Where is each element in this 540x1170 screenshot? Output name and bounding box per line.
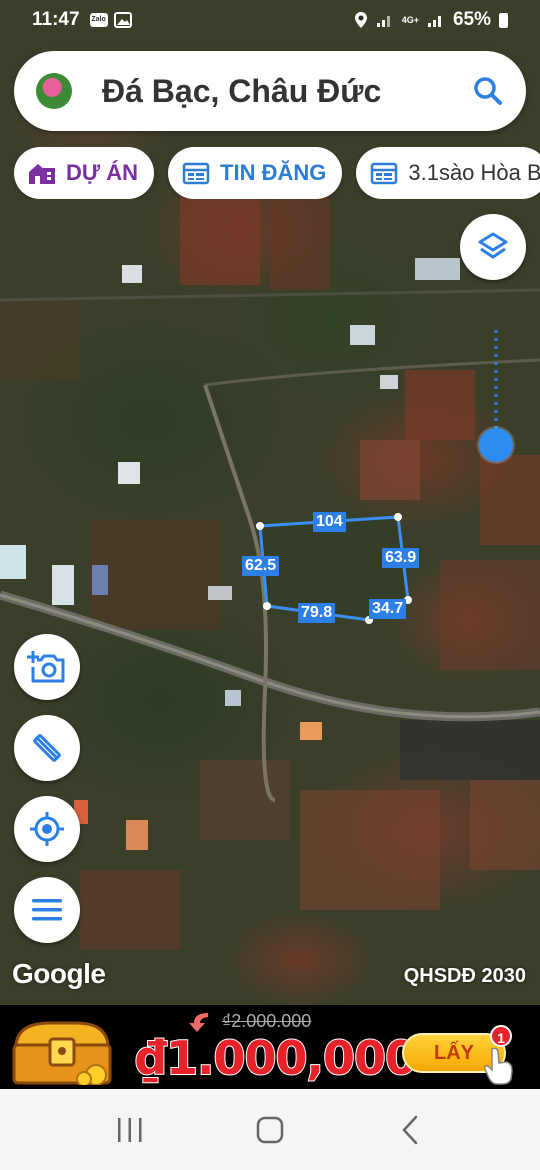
- ruler-pencil-icon: [33, 734, 61, 762]
- measure-tool-button[interactable]: [14, 715, 80, 781]
- search-input[interactable]: Đá Bạc, Châu Đức: [102, 73, 468, 110]
- measurement-right: 63.9: [382, 548, 420, 568]
- layers-icon: [478, 232, 508, 259]
- map-overlay-label: QHSDĐ 2030: [403, 965, 526, 987]
- filter-chips: DỰ ÁN TIN ĐĂNG 3.1sào Hòa Bì: [14, 147, 540, 199]
- zalo-icon: Zalo: [89, 13, 108, 27]
- discount-arrow-icon: [189, 1013, 208, 1032]
- back-button[interactable]: [380, 1105, 440, 1155]
- measurement-left: 62.5: [242, 556, 280, 576]
- battery-icon: [499, 12, 508, 28]
- listing-icon: [182, 160, 212, 186]
- measurement-bottom-left: 79.8: [298, 603, 336, 623]
- hand-pointer-icon: [484, 1047, 513, 1085]
- treasure-chest-icon: [12, 1021, 112, 1085]
- battery-percent: 65%: [452, 9, 491, 30]
- layers-button[interactable]: [460, 214, 526, 280]
- notification-badge: 1: [490, 1025, 512, 1047]
- chip-label: DỰ ÁN: [66, 160, 139, 185]
- status-time: 11:47: [32, 9, 80, 30]
- camera-add-button[interactable]: [14, 634, 80, 700]
- building-icon: [28, 160, 58, 186]
- home-icon: [256, 1116, 284, 1143]
- gallery-icon: [113, 12, 132, 28]
- camera-add-icon: [27, 651, 65, 683]
- menu-button[interactable]: [14, 877, 80, 943]
- search-icon[interactable]: [468, 71, 508, 111]
- signal-icon: [376, 16, 390, 27]
- chip-label: TIN ĐĂNG: [220, 160, 327, 185]
- measurement-top: 104: [313, 512, 346, 532]
- system-nav-bar: [0, 1089, 540, 1170]
- chip-du-an[interactable]: DỰ ÁN: [14, 147, 155, 199]
- my-location-button[interactable]: [14, 796, 80, 862]
- crosshair-icon: [30, 812, 64, 846]
- current-location-dot: [479, 428, 513, 462]
- status-bar: 11:47 Zalo 4G+ 65%: [0, 0, 540, 40]
- recent-apps-icon: [118, 1117, 142, 1142]
- signal-icon-2: [427, 16, 441, 27]
- google-logo: Google: [12, 958, 106, 989]
- chip-tin-dang[interactable]: TIN ĐĂNG: [168, 147, 343, 199]
- back-icon: [402, 1115, 418, 1144]
- hamburger-icon: [32, 899, 62, 921]
- measurement-bottom-right: 34.7: [369, 599, 407, 619]
- recent-apps-button[interactable]: [100, 1105, 160, 1155]
- chip-label: 3.1sào Hòa Bì: [408, 160, 540, 185]
- new-price: ₫1.000,000: [134, 1030, 418, 1086]
- home-button[interactable]: [240, 1105, 300, 1155]
- avatar[interactable]: [36, 73, 72, 109]
- chip-saved-listing[interactable]: 3.1sào Hòa Bì: [356, 147, 540, 199]
- ad-banner[interactable]: ₫2.000.000 ₫1.000,000 LẤY 1: [0, 1005, 540, 1089]
- listing-icon: [370, 160, 400, 186]
- network-type: 4G+: [401, 14, 419, 25]
- search-bar[interactable]: Đá Bạc, Châu Đức: [14, 51, 526, 131]
- old-price: ₫2.000.000: [222, 1011, 312, 1031]
- location-pin-icon: [354, 12, 367, 28]
